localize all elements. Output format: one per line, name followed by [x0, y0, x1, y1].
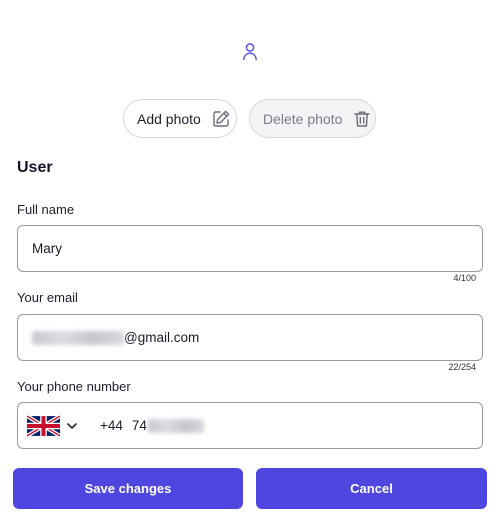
full-name-input[interactable]: Mary: [17, 225, 483, 272]
phone-input[interactable]: +44 74: [17, 402, 483, 449]
full-name-label: Full name: [17, 202, 75, 217]
uk-flag-icon[interactable]: [25, 413, 62, 438]
email-redacted: [32, 330, 124, 345]
phone-number: 74: [132, 418, 204, 433]
full-name-value: Mary: [32, 241, 62, 256]
save-changes-button[interactable]: Save changes: [13, 468, 243, 509]
cancel-button[interactable]: Cancel: [256, 468, 487, 509]
add-photo-label: Add photo: [137, 110, 201, 127]
phone-label: Your phone number: [17, 379, 131, 394]
user-icon: [240, 41, 260, 61]
full-name-counter: 4/100: [453, 273, 476, 283]
photo-actions: Add photo Delete photo: [0, 99, 500, 138]
edit-icon: [211, 109, 231, 129]
dial-code: +44: [100, 418, 123, 433]
email-counter: 22/254: [448, 362, 476, 372]
email-label: Your email: [17, 290, 78, 305]
phone-redacted: [147, 418, 204, 433]
section-title: User: [17, 159, 53, 176]
email-domain: @gmail.com: [124, 330, 200, 345]
delete-photo-label: Delete photo: [263, 110, 343, 127]
add-photo-button[interactable]: Add photo: [123, 99, 237, 138]
delete-photo-button[interactable]: Delete photo: [249, 99, 376, 138]
chevron-down-icon[interactable]: [66, 420, 78, 432]
edit-user-form: Add photo Delete photo User Full name Ma…: [0, 0, 500, 522]
trash-icon: [352, 109, 372, 129]
email-input[interactable]: @gmail.com: [17, 314, 483, 361]
phone-number-prefix: 74: [131, 418, 147, 433]
